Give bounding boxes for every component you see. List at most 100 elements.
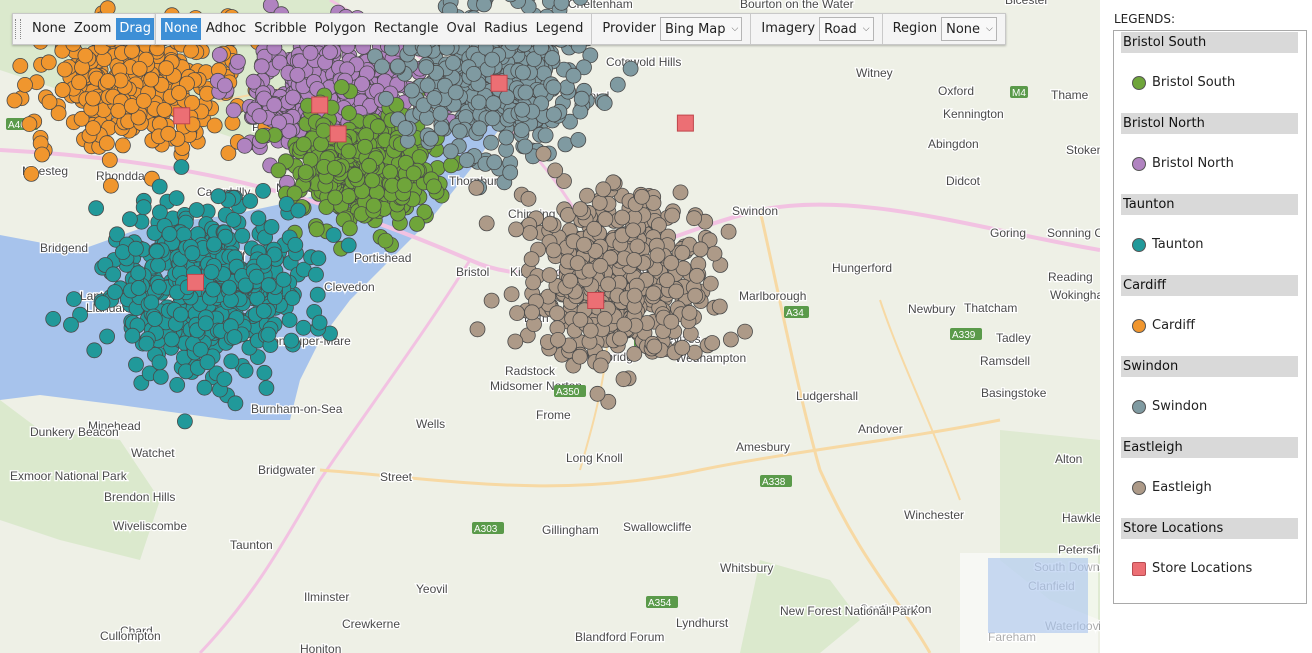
- customer-point[interactable]: [550, 331, 566, 348]
- customer-point[interactable]: [308, 221, 325, 238]
- customer-point[interactable]: [498, 129, 515, 146]
- customer-point[interactable]: [443, 157, 459, 174]
- customer-point[interactable]: [313, 136, 329, 152]
- customer-point[interactable]: [130, 280, 147, 296]
- store-marker[interactable]: [490, 74, 508, 92]
- customer-point[interactable]: [397, 120, 414, 137]
- customer-point[interactable]: [447, 84, 464, 101]
- customer-point[interactable]: [333, 79, 350, 95]
- customer-point[interactable]: [723, 331, 739, 348]
- toolbar-grip[interactable]: [15, 19, 21, 39]
- customer-point[interactable]: [503, 286, 520, 303]
- customer-point[interactable]: [289, 67, 306, 83]
- customer-point[interactable]: [523, 251, 540, 268]
- customer-point[interactable]: [12, 58, 29, 74]
- customer-point[interactable]: [565, 67, 582, 84]
- customer-point[interactable]: [138, 335, 155, 352]
- customer-point[interactable]: [629, 238, 646, 255]
- customer-point[interactable]: [88, 200, 104, 217]
- legend-item[interactable]: Cardiff: [1114, 296, 1306, 355]
- customer-point[interactable]: [645, 285, 662, 302]
- customer-point[interactable]: [514, 101, 530, 118]
- customer-point[interactable]: [281, 312, 298, 329]
- draw-button-legend[interactable]: Legend: [533, 18, 587, 40]
- customer-point[interactable]: [169, 376, 186, 393]
- customer-point[interactable]: [171, 85, 187, 101]
- customer-point[interactable]: [45, 310, 62, 327]
- customer-point[interactable]: [168, 190, 185, 207]
- customer-point[interactable]: [687, 287, 704, 304]
- customer-point[interactable]: [66, 291, 82, 308]
- customer-point[interactable]: [549, 305, 565, 322]
- customer-point[interactable]: [341, 220, 358, 237]
- legend-item[interactable]: Store Locations: [1114, 539, 1306, 598]
- customer-point[interactable]: [622, 60, 639, 77]
- store-marker[interactable]: [587, 292, 605, 309]
- customer-point[interactable]: [308, 266, 324, 283]
- customer-point[interactable]: [322, 44, 338, 60]
- customer-point[interactable]: [711, 298, 728, 315]
- customer-point[interactable]: [110, 103, 127, 119]
- legend-item[interactable]: Taunton: [1114, 215, 1306, 274]
- customer-point[interactable]: [347, 167, 364, 183]
- customer-point[interactable]: [99, 135, 115, 152]
- customer-point[interactable]: [128, 356, 144, 373]
- customer-point[interactable]: [576, 236, 592, 253]
- customer-point[interactable]: [425, 178, 442, 195]
- customer-point[interactable]: [124, 327, 141, 344]
- customer-point[interactable]: [646, 338, 663, 355]
- customer-point[interactable]: [254, 128, 271, 144]
- customer-point[interactable]: [571, 348, 588, 365]
- customer-point[interactable]: [158, 60, 175, 77]
- customer-point[interactable]: [188, 202, 205, 218]
- draw-button-rectangle[interactable]: Rectangle: [371, 18, 442, 40]
- customer-point[interactable]: [596, 310, 613, 327]
- mode-button-none[interactable]: None: [29, 18, 69, 40]
- draw-button-oval[interactable]: Oval: [444, 18, 480, 40]
- map-canvas[interactable]: Cheltenham Bourton on the Water Bicester Co…: [0, 0, 1100, 653]
- customer-point[interactable]: [63, 316, 79, 333]
- customer-point[interactable]: [484, 110, 501, 127]
- customer-point[interactable]: [245, 73, 262, 90]
- customer-point[interactable]: [160, 125, 177, 142]
- customer-point[interactable]: [287, 236, 304, 253]
- customer-point[interactable]: [422, 130, 439, 147]
- customer-point[interactable]: [600, 276, 616, 293]
- customer-point[interactable]: [365, 197, 382, 214]
- customer-point[interactable]: [114, 244, 131, 261]
- customer-point[interactable]: [357, 138, 373, 155]
- customer-point[interactable]: [100, 73, 116, 89]
- customer-point[interactable]: [263, 218, 280, 235]
- customer-point[interactable]: [517, 84, 534, 101]
- customer-point[interactable]: [295, 319, 312, 336]
- customer-point[interactable]: [524, 304, 540, 321]
- customer-point[interactable]: [340, 143, 357, 160]
- customer-point[interactable]: [302, 44, 319, 61]
- customer-point[interactable]: [484, 51, 501, 68]
- customer-point[interactable]: [573, 90, 590, 107]
- customer-point[interactable]: [135, 199, 152, 216]
- customer-point[interactable]: [151, 354, 168, 371]
- customer-point[interactable]: [614, 209, 631, 226]
- customer-point[interactable]: [595, 181, 612, 198]
- customer-point[interactable]: [176, 413, 193, 430]
- customer-point[interactable]: [674, 339, 691, 356]
- customer-point[interactable]: [152, 368, 169, 385]
- customer-point[interactable]: [248, 268, 265, 285]
- customer-point[interactable]: [250, 210, 267, 227]
- customer-point[interactable]: [151, 178, 168, 195]
- customer-point[interactable]: [483, 134, 499, 151]
- customer-point[interactable]: [135, 93, 152, 109]
- customer-point[interactable]: [17, 77, 33, 93]
- customer-point[interactable]: [522, 225, 538, 241]
- customer-point[interactable]: [572, 311, 589, 328]
- customer-point[interactable]: [361, 157, 378, 174]
- draw-button-adhoc[interactable]: Adhoc: [203, 18, 249, 40]
- customer-point[interactable]: [255, 182, 272, 199]
- customer-point[interactable]: [266, 97, 283, 113]
- customer-point[interactable]: [378, 90, 394, 107]
- customer-point[interactable]: [311, 314, 328, 331]
- customer-point[interactable]: [591, 194, 608, 211]
- customer-point[interactable]: [326, 160, 343, 176]
- customer-point[interactable]: [226, 329, 243, 346]
